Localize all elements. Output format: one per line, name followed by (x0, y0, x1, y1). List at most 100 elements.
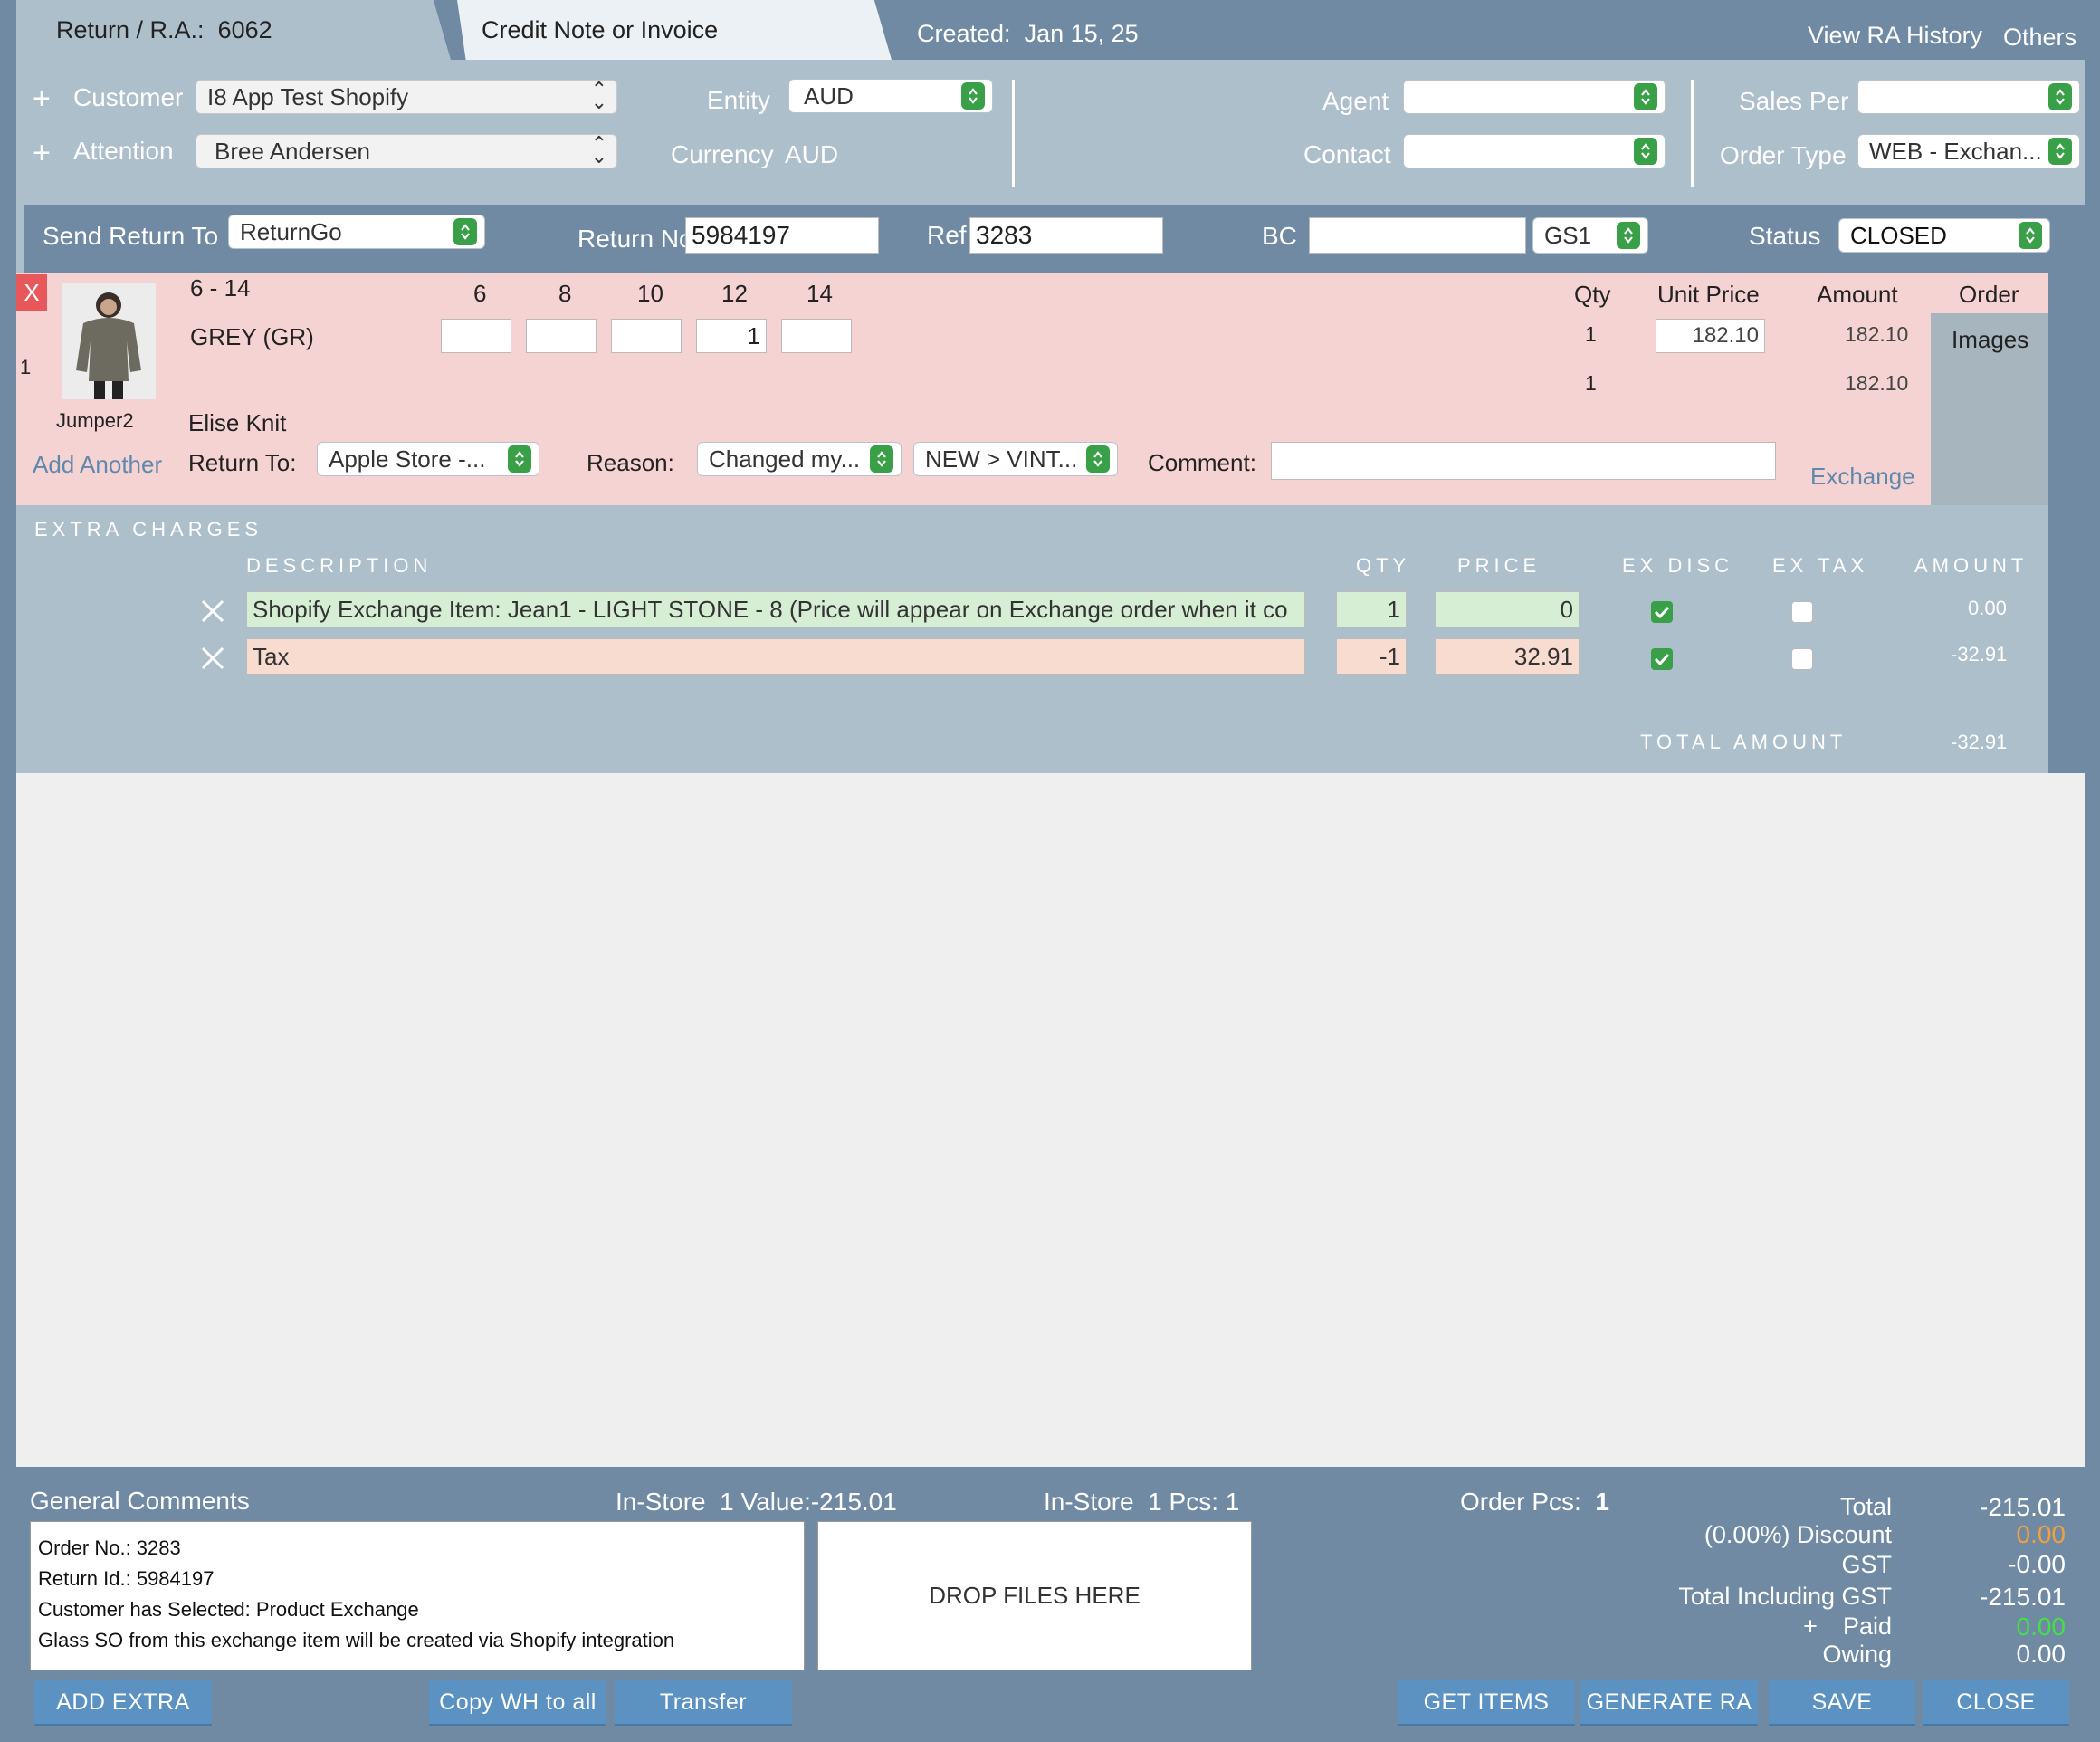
return-no-label: Return No (578, 225, 693, 253)
attention-label: Attention (73, 137, 174, 165)
tab-return-ra[interactable]: Return / R.A.: 6062 (16, 0, 451, 60)
gs1-select[interactable]: GS1 (1532, 217, 1648, 254)
remove-item-button[interactable]: X (16, 274, 47, 311)
add-attention-icon[interactable]: + (33, 136, 51, 171)
sales-per-select[interactable] (1857, 80, 2080, 114)
stepper-icon (961, 82, 985, 110)
save-button[interactable]: SAVE (1769, 1680, 1915, 1726)
instore-pcs: In-Store 1 Pcs: 1 (1044, 1488, 1240, 1516)
contact-select[interactable] (1403, 134, 1666, 168)
images-button[interactable]: Images (1952, 326, 2028, 354)
item-color: GREY (GR) (190, 323, 314, 350)
send-return-to-select[interactable]: ReturnGo (228, 215, 485, 249)
exchange-label: Exchange (1810, 463, 1915, 490)
ex-disc-checkbox[interactable] (1651, 601, 1673, 623)
return-to-select[interactable]: Apple Store -... (317, 442, 539, 476)
order-type-select[interactable]: WEB - Exchan... (1857, 134, 2080, 168)
status-select[interactable]: CLOSED (1838, 218, 2050, 253)
attention-select[interactable]: Bree Andersen ⌃ ⌄ (196, 134, 617, 168)
others-link[interactable]: Others (2003, 24, 2076, 52)
item-sku: Jumper2 (56, 409, 134, 432)
extra-qty-input[interactable]: 1 (1336, 591, 1407, 627)
order-type-value: WEB - Exchan... (1869, 137, 2042, 165)
size-qty-input[interactable] (781, 319, 852, 353)
transfer-button[interactable]: Transfer (615, 1680, 792, 1726)
customer-select[interactable]: I8 App Test Shopify ⌃ ⌄ (196, 80, 617, 114)
gst-value: -0.00 (2008, 1550, 2066, 1578)
ref-label: Ref (927, 221, 967, 249)
send-return-to-value: ReturnGo (240, 217, 342, 245)
ex-tax-checkbox[interactable] (1791, 601, 1813, 623)
comment-label: Comment: (1148, 449, 1256, 476)
return-no-input[interactable]: 5984197 (685, 217, 879, 254)
generate-ra-button[interactable]: GENERATE RA (1580, 1680, 1758, 1726)
extra-description-input[interactable]: Shopify Exchange Item: Jean1 - LIGHT STO… (246, 591, 1305, 627)
product-image[interactable] (62, 283, 156, 399)
add-customer-icon[interactable]: + (33, 81, 51, 117)
comment-line: Customer has Selected: Product Exchange (38, 1598, 419, 1621)
owing-label: Owing (1822, 1641, 1892, 1668)
view-ra-history-link[interactable]: View RA History (1808, 22, 1982, 50)
totals-values: -215.01 0.00 -0.00 -215.01 0.00 0.00 (1901, 1492, 2066, 1667)
reason-label: Reason: (587, 449, 674, 476)
updown-icon: ⌃ ⌄ (590, 80, 607, 113)
general-comments-box[interactable]: Order No.: 3283 Return Id.: 5984197 Cust… (30, 1521, 805, 1670)
stepper-icon (2019, 222, 2042, 249)
extra-price-input[interactable]: 32.91 (1435, 638, 1580, 675)
status-value: CLOSED (1850, 221, 1947, 249)
updown-icon: ⌃ ⌄ (590, 134, 607, 168)
ex-disc-header: EX DISC (1622, 554, 1734, 577)
entity-select[interactable]: AUD (788, 79, 993, 113)
add-another-link[interactable]: Add Another (33, 451, 162, 479)
remove-row-icon[interactable] (199, 645, 226, 672)
stepper-icon (1634, 83, 1657, 110)
qty-header: Qty (1574, 281, 1611, 308)
customer-label: Customer (73, 83, 184, 111)
remove-row-icon[interactable] (199, 598, 226, 625)
stepper-icon (2048, 138, 2072, 165)
comment-input[interactable] (1271, 442, 1776, 480)
get-items-button[interactable]: GET ITEMS (1398, 1680, 1575, 1726)
size-qty-input[interactable] (526, 319, 597, 353)
ex-tax-checkbox[interactable] (1791, 648, 1813, 670)
add-payment-icon[interactable]: + (1803, 1613, 1818, 1640)
unit-price-header: Unit Price (1657, 281, 1760, 308)
comment-line: Return Id.: 5984197 (38, 1567, 215, 1590)
reason2-value: NEW > VINT... (925, 445, 1078, 473)
bc-input[interactable] (1309, 217, 1526, 254)
ref-input[interactable]: 3283 (969, 217, 1163, 254)
ex-disc-checkbox[interactable] (1651, 648, 1673, 670)
content-area (16, 773, 2085, 1467)
entity-label: Entity (707, 86, 771, 114)
close-button[interactable]: CLOSE (1923, 1680, 2069, 1726)
agent-select[interactable] (1403, 80, 1666, 114)
stepper-icon (870, 445, 893, 473)
totals-labels: Total (0.00%) Discount GST Total Includi… (1611, 1492, 1892, 1667)
size-qty-input[interactable]: 1 (696, 319, 767, 353)
add-extra-button[interactable]: ADD EXTRA (34, 1680, 212, 1726)
instore-value: In-Store 1 Value:-215.01 (616, 1488, 897, 1516)
reason2-select[interactable]: NEW > VINT... (913, 442, 1118, 476)
status-label: Status (1749, 222, 1821, 250)
order-header: Order (1959, 281, 2019, 308)
size-qty-input[interactable] (441, 319, 511, 353)
amount-header: Amount (1817, 281, 1898, 308)
stepper-icon (1086, 445, 1110, 473)
size-qty-input[interactable] (611, 319, 682, 353)
total-value: -215.01 (1980, 1493, 2066, 1521)
reason-select[interactable]: Changed my... (697, 442, 902, 476)
tab-credit-note[interactable]: Credit Note or Invoice (457, 0, 892, 60)
stepper-icon (2048, 83, 2072, 110)
extra-price-input[interactable]: 0 (1435, 591, 1580, 627)
description-header: DESCRIPTION (246, 554, 433, 577)
item-amount: 182.10 (1845, 322, 1909, 346)
drop-files-zone[interactable]: DROP FILES HERE (817, 1521, 1252, 1670)
price-header: PRICE (1457, 554, 1542, 577)
copy-wh-button[interactable]: Copy WH to all (429, 1680, 606, 1726)
contact-label: Contact (1303, 140, 1391, 168)
unit-price-input[interactable]: 182.10 (1656, 319, 1765, 353)
extra-qty-input[interactable]: -1 (1336, 638, 1407, 675)
stepper-icon (508, 445, 531, 473)
item-total-qty: 1 (1585, 371, 1597, 395)
extra-description-input[interactable]: Tax (246, 638, 1305, 675)
